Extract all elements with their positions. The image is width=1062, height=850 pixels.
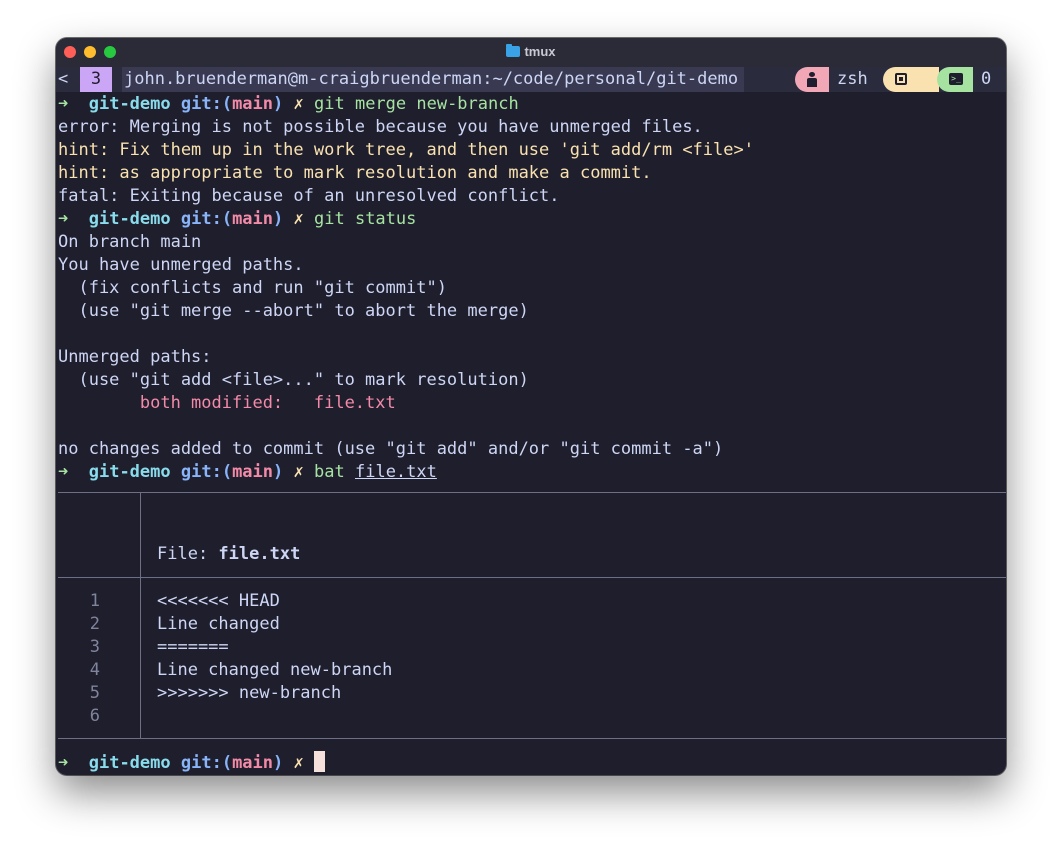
line-number: 2	[89, 614, 100, 634]
folder-icon	[506, 44, 521, 57]
output-line: no changes added to commit (use "git add…	[58, 439, 724, 459]
prompt-dir: git-demo	[88, 209, 171, 229]
prompt-git-close: )	[273, 753, 284, 773]
prompt-dirty: ✗	[293, 94, 304, 114]
hint-line: hint: as appropriate to mark resolution …	[58, 163, 652, 183]
bat-file-label: File:	[157, 544, 219, 564]
modified-file-line: both modified: file.txt	[58, 393, 396, 413]
bat-header: File: file.txt	[157, 543, 300, 566]
tmux-status-bar: < 3 john.bruenderman@m-craigbruenderman:…	[56, 67, 1006, 92]
host-path: john.bruenderman@m-craigbruenderman:~/co…	[122, 67, 745, 92]
bat-code-line: Line changed new-branch	[157, 660, 393, 680]
command-text: git merge new-branch	[314, 94, 519, 114]
output-line: You have unmerged paths.	[58, 255, 304, 275]
title-bar[interactable]: tmux	[56, 38, 1006, 67]
command-file-arg[interactable]: file.txt	[355, 462, 437, 482]
output-line: Unmerged paths:	[58, 347, 212, 367]
command-program: bat	[314, 462, 345, 482]
prompt-arrow: ➜	[58, 462, 69, 482]
prompt-line-active[interactable]: ➜ git-demo git:(main) ✗	[58, 751, 326, 774]
prompt-git-close: )	[273, 462, 284, 482]
cpu-segment	[883, 67, 939, 92]
bat-file-name: file.txt	[218, 544, 301, 564]
prompt-git-label: git:(	[180, 753, 233, 773]
output-line: (use "git merge --abort" to abort the me…	[58, 301, 529, 321]
person-icon	[806, 72, 818, 87]
window-title-text: tmux	[524, 44, 556, 59]
prompt-git-label: git:(	[180, 462, 233, 482]
prompt-dirty: ✗	[293, 753, 304, 773]
prompt-dirty: ✗	[293, 209, 304, 229]
prompt-dir: git-demo	[88, 94, 171, 114]
prompt-arrow: ➜	[58, 94, 69, 114]
line-number: 6	[89, 706, 100, 726]
prompt-line: ➜ git-demo git:(main) ✗ git merge new-br…	[58, 93, 519, 116]
output-line: (fix conflicts and run "git commit")	[58, 278, 447, 298]
bat-code-line: Line changed	[157, 614, 280, 634]
prompt-arrow: ➜	[58, 209, 69, 229]
bat-code-line: <<<<<<< HEAD	[157, 591, 280, 611]
output-line: On branch main	[58, 232, 202, 252]
window-title: tmux	[56, 44, 1006, 59]
session-segment: >_	[937, 67, 973, 92]
terminal-window: tmux < 3 john.bruenderman@m-craigbruende…	[56, 38, 1006, 775]
bat-header-rule	[58, 577, 1006, 578]
line-number: 4	[89, 660, 100, 680]
bat-top-rule	[58, 492, 1006, 493]
bat-bottom-rule	[58, 738, 1006, 739]
prompt-dir: git-demo	[88, 462, 171, 482]
prompt-line: ➜ git-demo git:(main) ✗ git status	[58, 208, 416, 231]
prompt-git-close: )	[273, 94, 284, 114]
pane-count: 0	[981, 69, 992, 89]
command-text: git status	[314, 209, 417, 229]
prompt-git-label: git:(	[180, 94, 233, 114]
hint-line: hint: Fix them up in the work tree, and …	[58, 140, 754, 160]
prompt-branch: main	[232, 209, 274, 229]
prompt-branch: main	[232, 753, 274, 773]
output-line: fatal: Exiting because of an unresolved …	[58, 186, 560, 206]
prompt-arrow: ➜	[58, 753, 69, 773]
line-number: 3	[89, 637, 100, 657]
prompt-git-close: )	[273, 209, 284, 229]
line-number: 5	[89, 683, 100, 703]
prompt-branch: main	[232, 94, 274, 114]
terminal-content[interactable]: < 3 john.bruenderman@m-craigbruenderman:…	[56, 67, 1006, 775]
terminal-icon: >_	[949, 73, 963, 85]
bat-code-line: =======	[157, 637, 229, 657]
prompt-branch: main	[232, 462, 274, 482]
status-left-marker: <	[58, 69, 69, 89]
line-number: 1	[89, 591, 100, 611]
prompt-dirty: ✗	[293, 462, 304, 482]
output-line: error: Merging is not possible because y…	[58, 117, 703, 137]
prompt-line: ➜ git-demo git:(main) ✗ bat file.txt	[58, 461, 437, 484]
window-index[interactable]: 3	[80, 67, 112, 92]
shell-name: zsh	[837, 69, 868, 89]
prompt-git-label: git:(	[180, 209, 233, 229]
bat-gutter-rule	[140, 492, 141, 738]
terminal-cursor[interactable]	[314, 751, 326, 772]
prompt-dir: git-demo	[88, 753, 171, 773]
output-line: (use "git add <file>..." to mark resolut…	[58, 370, 529, 390]
user-segment	[795, 67, 829, 92]
chip-icon	[895, 73, 907, 85]
bat-code-line: >>>>>>> new-branch	[157, 683, 342, 703]
